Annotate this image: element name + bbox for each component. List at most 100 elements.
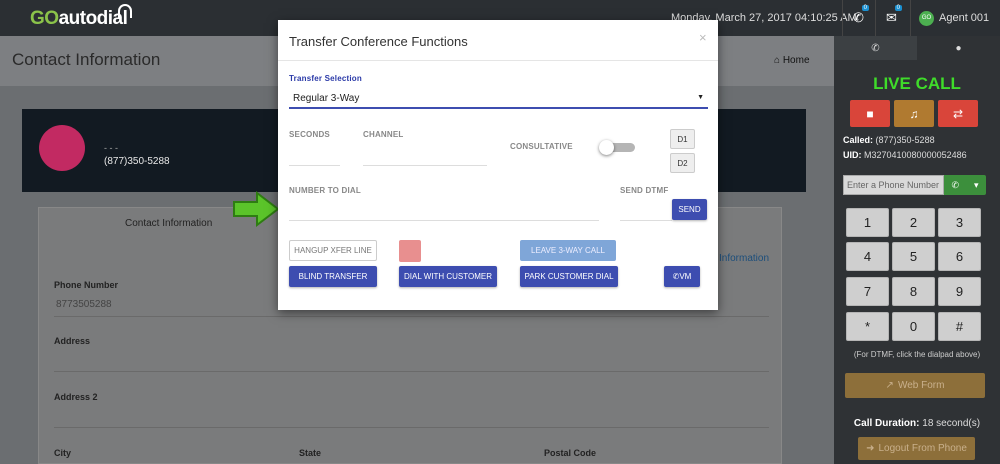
- phone-number-label: Phone Number: [54, 280, 119, 290]
- transfer-button[interactable]: ⇄: [938, 100, 978, 127]
- number-to-dial-input[interactable]: [289, 220, 599, 221]
- information-link[interactable]: Information: [719, 253, 769, 264]
- number-to-dial-label: NUMBER TO DIAL: [289, 186, 361, 195]
- phone-number-input[interactable]: Enter a Phone Number: [843, 175, 944, 195]
- music-icon: ♫: [909, 106, 919, 121]
- dialpad-key[interactable]: 9: [938, 277, 981, 306]
- dialpad-key[interactable]: 5: [892, 242, 935, 271]
- messages-button[interactable]: ✉ 0: [875, 0, 907, 36]
- leave-3way-call-button[interactable]: LEAVE 3-WAY CALL: [520, 240, 616, 261]
- consultative-label: CONSULTATIVE: [510, 142, 573, 151]
- dialpad-key[interactable]: 6: [938, 242, 981, 271]
- dialpad-key[interactable]: 7: [846, 277, 889, 306]
- called-info: Called: (877)350-5288: [843, 135, 935, 145]
- address-field[interactable]: [54, 371, 769, 372]
- home-link-label: Home: [782, 55, 810, 66]
- calls-button[interactable]: ✆ 0: [842, 0, 874, 36]
- voicemail-button[interactable]: ✆ VM: [664, 266, 700, 287]
- call-duration-value: 18 second(s): [922, 418, 981, 429]
- agent-name: Agent 001: [939, 12, 990, 24]
- dial-with-customer-button[interactable]: DIAL WITH CUSTOMER: [399, 266, 497, 287]
- goautodial-logo[interactable]: GOautodial: [30, 4, 132, 30]
- phone-icon: ✆: [951, 179, 960, 190]
- logo-go-text: GO: [30, 8, 59, 29]
- shuffle-icon: ⇄: [952, 106, 964, 121]
- tab-contact-information[interactable]: Contact Information: [125, 218, 212, 229]
- phone-field-underline: [54, 316, 769, 317]
- seconds-label: SECONDS: [289, 130, 330, 139]
- web-form-label: Web Form: [897, 380, 945, 391]
- address2-label: Address 2: [54, 392, 98, 402]
- phone-icon: ✆: [853, 10, 864, 25]
- external-link-icon: ↗: [885, 380, 894, 391]
- send-dtmf-label: SEND DTMF: [620, 186, 669, 195]
- called-value: (877)350-5288: [875, 135, 935, 145]
- call-sidebar: ✆ ● LIVE CALL ■ ♫ ⇄ Called: (877)350-528…: [834, 36, 1000, 464]
- dialpad-key[interactable]: 1: [846, 208, 889, 237]
- blind-transfer-button[interactable]: BLIND TRANSFER: [289, 266, 377, 287]
- web-form-button[interactable]: ↗ Web Form: [845, 373, 985, 398]
- agent-avatar: GO: [919, 10, 934, 26]
- transfer-selection-value: Regular 3-Way: [293, 93, 360, 104]
- address2-field[interactable]: [54, 427, 769, 428]
- contact-avatar: [39, 125, 85, 171]
- green-arrow-icon: [233, 191, 280, 227]
- dialpad-key[interactable]: 2: [892, 208, 935, 237]
- channel-label: CHANNEL: [363, 130, 404, 139]
- hangup-both-button[interactable]: [399, 240, 421, 262]
- tab-dialer[interactable]: ✆: [834, 36, 917, 60]
- hangup-xfer-line-button[interactable]: HANGUP XFER LINE: [289, 240, 377, 261]
- caret-down-icon: ▼: [697, 94, 704, 101]
- logout-label: Logout From Phone: [878, 443, 967, 454]
- seconds-input[interactable]: [289, 165, 340, 166]
- breadcrumb-home[interactable]: ⌂ Home: [774, 55, 810, 66]
- send-button[interactable]: SEND: [672, 199, 707, 220]
- dialpad-key[interactable]: 0: [892, 312, 935, 341]
- stop-icon: ■: [866, 106, 874, 121]
- contact-phone: (877)350-5288: [104, 156, 170, 167]
- city-label: City: [54, 448, 72, 458]
- consultative-toggle[interactable]: [599, 140, 635, 155]
- uid-label: UID:: [843, 150, 862, 160]
- uid-value: M3270410080000052486: [864, 150, 967, 160]
- phone-icon: ✆: [871, 42, 880, 54]
- hangup-button[interactable]: ■: [850, 100, 890, 127]
- logout-icon: ➜: [866, 443, 875, 454]
- dial-button[interactable]: ✆ ▾: [944, 175, 986, 195]
- d1-button[interactable]: D1: [670, 129, 695, 149]
- user-icon: ●: [955, 42, 962, 54]
- page-title: Contact Information: [12, 50, 161, 69]
- transfer-selection-select[interactable]: Regular 3-Way ▼: [289, 89, 708, 109]
- home-icon: ⌂: [774, 55, 781, 66]
- dtmf-note: (For DTMF, click the dialpad above): [853, 350, 981, 359]
- sidebar-tabs: ✆ ●: [834, 36, 1000, 60]
- channel-input[interactable]: [363, 165, 487, 166]
- logout-phone-button[interactable]: ➜ Logout From Phone: [858, 437, 975, 460]
- dialpad-key[interactable]: 8: [892, 277, 935, 306]
- toggle-knob: [599, 140, 614, 155]
- modal-title: Transfer Conference Functions: [289, 34, 468, 49]
- tab-contacts[interactable]: ●: [917, 36, 1000, 60]
- uid-info: UID: M3270410080000052486: [843, 150, 967, 160]
- dialpad-key[interactable]: #: [938, 312, 981, 341]
- dialpad-key[interactable]: 3: [938, 208, 981, 237]
- voicemail-label: VM: [679, 272, 692, 281]
- envelope-icon: ✉: [886, 10, 897, 25]
- transfer-conference-modal: Transfer Conference Functions × Transfer…: [278, 20, 718, 310]
- send-dtmf-input[interactable]: [620, 220, 672, 221]
- calls-badge: 0: [861, 5, 869, 11]
- d2-button[interactable]: D2: [670, 153, 695, 173]
- agent-menu[interactable]: GO Agent 001: [910, 0, 989, 36]
- postal-code-label: Postal Code: [544, 448, 597, 458]
- music-button[interactable]: ♫: [894, 100, 934, 127]
- dialpad-key[interactable]: *: [846, 312, 889, 341]
- dialpad-key[interactable]: 4: [846, 242, 889, 271]
- phone-number-field[interactable]: 8773505288: [56, 299, 112, 310]
- state-label: State: [299, 448, 322, 458]
- called-label: Called:: [843, 135, 874, 145]
- transfer-selection-label: Transfer Selection: [289, 74, 362, 83]
- chevron-down-icon: ▾: [973, 179, 979, 190]
- modal-divider: [278, 60, 718, 61]
- close-icon[interactable]: ×: [699, 30, 707, 45]
- park-customer-dial-button[interactable]: PARK CUSTOMER DIAL: [520, 266, 618, 287]
